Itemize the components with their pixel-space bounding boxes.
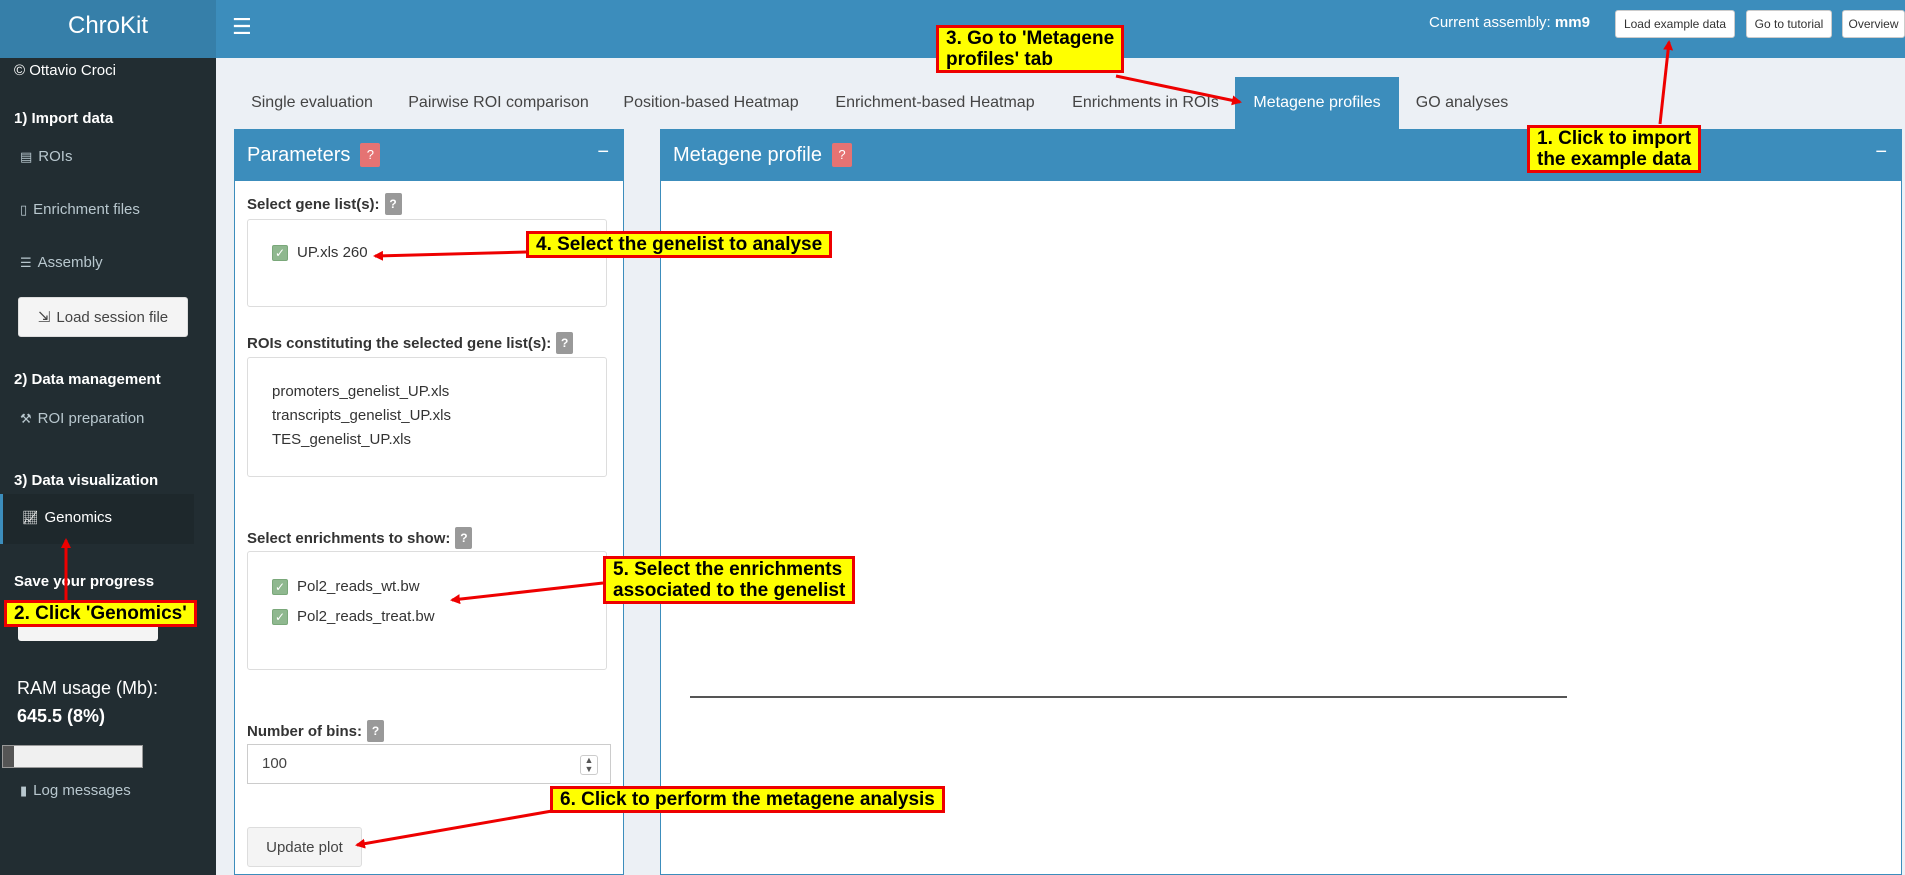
sidebar-item-label: ROIs xyxy=(38,148,73,165)
enrichment-checkbox[interactable]: ✓ Pol2_reads_wt.bw xyxy=(272,578,420,595)
sidebar: ChroKit © Ottavio Croci 1) Import data ▤… xyxy=(0,0,216,875)
select-genelist-text: Select gene list(s): xyxy=(247,195,380,213)
update-plot-button[interactable]: Update plot xyxy=(247,827,362,867)
help-icon[interactable]: ? xyxy=(556,332,574,354)
tab-go-analyses[interactable]: GO analyses xyxy=(1405,77,1519,129)
hammer-icon: ⚒ xyxy=(20,410,32,426)
annotation-step-3: 3. Go to 'Metagene profiles' tab xyxy=(936,25,1125,73)
load-example-data-button[interactable]: Load example data xyxy=(1615,10,1735,38)
rois-list: promoters_genelist_UP.xls transcripts_ge… xyxy=(247,357,607,477)
select-enrichments-label: Select enrichments to show: ? xyxy=(247,527,473,549)
sidebar-item-genomics-container[interactable]: 📈︎ Genomics xyxy=(0,494,194,544)
sidebar-item-genomics[interactable]: 📈︎ Genomics xyxy=(22,509,112,526)
tab-pairwise-roi-comparison[interactable]: Pairwise ROI comparison xyxy=(398,77,599,129)
sidebar-item-label: Genomics xyxy=(44,509,113,526)
file-import-icon: ⇲ xyxy=(37,309,51,326)
sidebar-item-enrichment-files[interactable]: ▯ Enrichment files xyxy=(20,201,140,218)
overview-button[interactable]: Overview xyxy=(1842,10,1905,38)
checkbox-checked-icon[interactable]: ✓ xyxy=(272,578,288,595)
select-genelist-label: Select gene list(s): ? xyxy=(247,193,402,215)
help-icon[interactable]: ? xyxy=(367,720,384,742)
sidebar-item-label: Log messages xyxy=(33,782,131,799)
tab-position-based-heatmap[interactable]: Position-based Heatmap xyxy=(609,77,813,129)
sidebar-item-label: ROI preparation xyxy=(37,410,145,427)
chart-icon: 📈︎ xyxy=(22,509,39,525)
roi-item: transcripts_genelist_UP.xls xyxy=(272,407,451,424)
annotation-step-6: 6. Click to perform the metagene analysi… xyxy=(550,786,945,813)
parameters-title: Parameters xyxy=(247,143,351,166)
database-icon: ☰ xyxy=(20,254,32,270)
spinner-icon[interactable]: ▲ ▼ xyxy=(580,755,598,775)
section-data-visualization: 3) Data visualization xyxy=(14,472,159,489)
help-icon[interactable]: ? xyxy=(455,527,473,549)
number-of-bins-text: Number of bins: xyxy=(247,722,362,740)
load-session-label: Load session file xyxy=(56,308,169,326)
help-icon[interactable]: ? xyxy=(384,193,402,215)
sidebar-item-rois[interactable]: ▤ ROIs xyxy=(20,148,72,165)
help-icon[interactable]: ? xyxy=(360,143,381,167)
roi-item: promoters_genelist_UP.xls xyxy=(272,383,450,400)
metagene-profile-box: Metagene profile ? − xyxy=(660,129,1902,875)
sidebar-item-label: Assembly xyxy=(37,254,103,271)
hamburger-menu-icon[interactable]: ☰ xyxy=(232,14,252,40)
file-icon: ▯ xyxy=(20,201,28,217)
roi-item: TES_genelist_UP.xls xyxy=(272,431,411,448)
enrichment-checkbox[interactable]: ✓ Pol2_reads_treat.bw xyxy=(272,608,435,625)
parameters-header: Parameters ? − xyxy=(235,129,623,181)
load-session-button[interactable]: ⇲ Load session file xyxy=(18,297,188,337)
tab-enrichments-in-rois[interactable]: Enrichments in ROIs xyxy=(1059,77,1232,129)
enrichments-checkbox-group: ✓ Pol2_reads_wt.bw ✓ Pol2_reads_treat.bw xyxy=(247,551,607,670)
ram-progress-bar xyxy=(2,745,143,768)
genelist-checkbox[interactable]: ✓ UP.xls 260 xyxy=(272,244,368,261)
collapse-icon[interactable]: − xyxy=(597,141,609,164)
sidebar-item-roi-preparation[interactable]: ⚒ ROI preparation xyxy=(20,410,144,427)
collapse-icon[interactable]: − xyxy=(1875,141,1887,164)
tab-enrichment-based-heatmap[interactable]: Enrichment-based Heatmap xyxy=(822,77,1048,129)
section-data-management: 2) Data management xyxy=(14,371,161,388)
go-to-tutorial-button[interactable]: Go to tutorial xyxy=(1746,10,1832,38)
help-icon[interactable]: ? xyxy=(831,143,852,167)
metagene-profile-header: Metagene profile ? − xyxy=(661,129,1901,181)
copyright: © Ottavio Croci xyxy=(14,62,116,79)
annotation-step-2: 2. Click 'Genomics' xyxy=(4,600,197,627)
assembly-value: mm9 xyxy=(1554,14,1590,31)
app-logo[interactable]: ChroKit xyxy=(0,0,216,58)
plot-axis-line xyxy=(690,696,1567,698)
number-of-bins-value: 100 xyxy=(262,755,288,772)
enrichment-item-label: Pol2_reads_wt.bw xyxy=(297,578,420,595)
sidebar-item-log-messages[interactable]: ▮ Log messages xyxy=(20,782,131,799)
assembly-label: Current assembly: xyxy=(1429,14,1551,31)
sidebar-item-assembly[interactable]: ☰ Assembly xyxy=(20,254,103,271)
checkbox-checked-icon[interactable]: ✓ xyxy=(272,244,288,261)
tab-single-evaluation[interactable]: Single evaluation xyxy=(234,77,390,129)
save-progress-heading: Save your progress xyxy=(14,573,155,590)
genelist-item-label: UP.xls 260 xyxy=(297,244,368,261)
file-icon: ▤ xyxy=(20,148,33,164)
book-icon: ▮ xyxy=(20,782,28,798)
section-import-data: 1) Import data xyxy=(14,110,114,127)
ram-usage-label: RAM usage (Mb): xyxy=(17,678,159,698)
annotation-step-4: 4. Select the genelist to analyse xyxy=(526,231,833,258)
tab-metagene-profiles[interactable]: Metagene profiles xyxy=(1235,77,1399,129)
number-of-bins-label: Number of bins: ? xyxy=(247,720,384,742)
select-enrichments-text: Select enrichments to show: xyxy=(247,529,451,547)
ram-usage-value: 645.5 (8%) xyxy=(17,706,106,726)
current-assembly: Current assembly: mm9 xyxy=(1429,14,1590,31)
checkbox-checked-icon[interactable]: ✓ xyxy=(272,608,288,625)
sidebar-item-label: Enrichment files xyxy=(33,201,140,218)
annotation-step-1: 1. Click to import the example data xyxy=(1527,125,1702,173)
number-of-bins-input[interactable]: 100 ▲ ▼ xyxy=(247,744,611,784)
rois-constituting-text: ROIs constituting the selected gene list… xyxy=(247,334,552,352)
annotation-step-5: 5. Select the enrichments associated to … xyxy=(603,556,856,604)
metagene-profile-title: Metagene profile xyxy=(673,143,822,166)
enrichment-item-label: Pol2_reads_treat.bw xyxy=(297,608,435,625)
rois-constituting-label: ROIs constituting the selected gene list… xyxy=(247,332,574,354)
ram-progress-fill xyxy=(3,746,15,767)
